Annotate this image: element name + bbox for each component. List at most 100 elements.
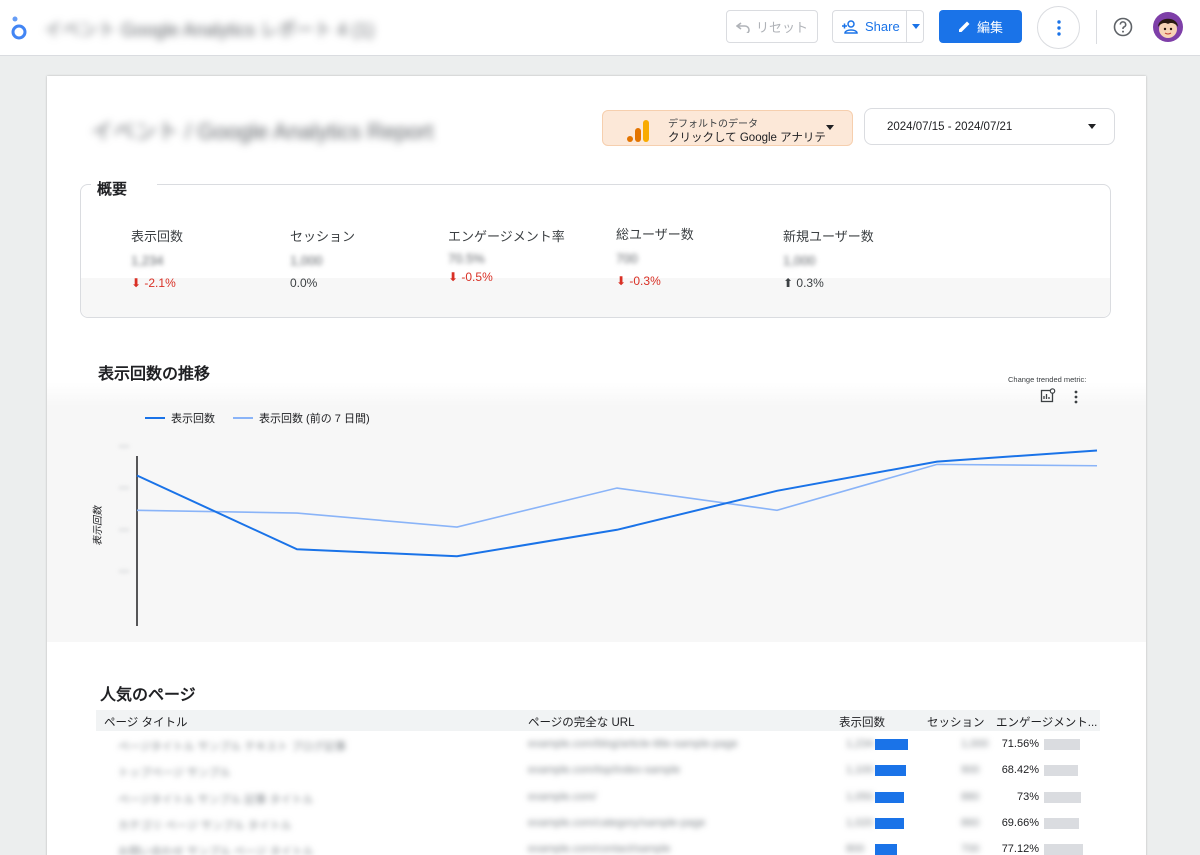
cell-page-title: お問い合わせ サンプル ページ タイトル <box>118 846 314 855</box>
column-header-page-url[interactable]: ページの完全な URL <box>528 714 634 730</box>
engagement-bar <box>1044 739 1080 750</box>
scorecard-value: 1,234 <box>131 253 164 268</box>
cell-views: 1,020 <box>846 817 874 829</box>
share-dropdown-button[interactable] <box>906 10 925 43</box>
cell-engagement: 69.66% <box>1001 817 1039 829</box>
column-header-engagement[interactable]: エンゲージメント... <box>996 714 1097 730</box>
table-row[interactable]: トップページ サンプル example.com/top/index-sample 1… <box>96 758 1100 784</box>
trend-line-chart[interactable]: ————表示回数7月15日7月16日7月17日7月18日7月19日7月20日7月… <box>87 406 1117 626</box>
legend-label: 表示回数 <box>171 411 215 425</box>
series-line-previous <box>136 463 1098 528</box>
scorecard-new-users[interactable]: 新規ユーザー数 1,000 ⬆ 0.3% <box>783 226 874 290</box>
cell-engagement: 77.12% <box>1001 843 1039 855</box>
scorecard-delta: 0.0% <box>290 276 318 290</box>
caret-down-icon <box>912 24 920 29</box>
y-tick-label: — <box>119 441 129 452</box>
cell-sessions: 900 <box>961 764 980 776</box>
engagement-bar <box>1044 765 1078 776</box>
reset-label: リセット <box>755 20 808 35</box>
scorecard-delta: ⬇ -0.5% <box>448 270 493 284</box>
table-row[interactable]: お問い合わせ サンプル ページ タイトル example.com/contact/… <box>96 837 1100 855</box>
column-header-page-title[interactable]: ページ タイトル <box>104 714 187 730</box>
overview-panel <box>80 184 1111 318</box>
scorecard-label: 総ユーザー数 <box>616 227 694 242</box>
cell-page-title: ページタイトル サンプル テキスト ブログ記事 <box>118 741 347 753</box>
cell-engagement: 71.56% <box>1001 738 1039 750</box>
cell-page-url: example.com/blog/article-title-sample-pa… <box>528 738 738 750</box>
chart-more-icon[interactable] <box>1072 389 1080 405</box>
data-source-label: デフォルトのデータ <box>668 119 758 130</box>
y-tick-label: — <box>119 483 129 494</box>
views-bar <box>875 792 904 803</box>
trend-band-fade <box>47 382 1146 406</box>
scorecard-value: 1,000 <box>290 253 323 268</box>
views-bar <box>875 818 904 829</box>
reset-button[interactable]: リセット <box>726 10 818 43</box>
toolbar-divider <box>1096 10 1097 44</box>
table-header: ページ タイトル ページの完全な URL 表示回数 セッション エンゲージメント… <box>96 710 1100 731</box>
legend-label: 表示回数 (前の 7 日間) <box>259 411 370 425</box>
cell-page-title: カテゴリ ページ サンプル タイトル <box>118 820 292 832</box>
help-icon[interactable] <box>1113 17 1133 37</box>
scorecard-label: エンゲージメント率 <box>448 229 565 244</box>
scorecard-label: 表示回数 <box>131 229 184 244</box>
more-options-button[interactable] <box>1037 6 1080 49</box>
column-header-views[interactable]: 表示回数 <box>839 714 885 730</box>
table-row[interactable]: カテゴリ ページ サンプル タイトル example.com/category/s… <box>96 811 1100 837</box>
trend-title: 表示回数の推移 <box>98 366 211 383</box>
pencil-icon <box>958 21 970 32</box>
user-avatar[interactable] <box>1153 12 1183 42</box>
google-analytics-icon <box>627 120 649 142</box>
scorecard-sessions[interactable]: セッション 1,000 0.0% <box>290 226 355 290</box>
cell-page-title: トップページ サンプル <box>118 767 231 779</box>
scorecard-delta: ⬇ -0.3% <box>616 274 661 288</box>
looker-studio-logo-icon[interactable] <box>10 14 28 40</box>
views-bar <box>875 765 906 776</box>
cell-page-url: example.com/ <box>528 791 597 803</box>
table-row[interactable]: ページタイトル サンプル 記事 タイトル example.com/1,050 880… <box>96 785 1100 811</box>
scorecard-engagement-rate[interactable]: エンゲージメント率 70.5% ⬇ -0.5% <box>448 226 565 284</box>
scorecard-total-users[interactable]: 総ユーザー数 700 ⬇ -0.3% <box>616 224 694 288</box>
cell-page-title: ページタイトル サンプル 記事 タイトル <box>118 794 314 806</box>
cell-engagement: 68.42% <box>1001 764 1039 776</box>
series-line-current <box>136 449 1098 558</box>
table-row[interactable]: ページタイトル サンプル テキスト ブログ記事 example.com/blog/… <box>96 732 1100 758</box>
cell-views: 800 <box>846 843 865 855</box>
views-bar <box>875 739 908 750</box>
column-header-sessions[interactable]: セッション <box>927 714 985 730</box>
cell-page-url: example.com/contact/sample <box>528 843 671 855</box>
change-trended-metric-label: Change trended metric: <box>1008 375 1087 384</box>
cell-page-url: example.com/category/sample-page <box>528 817 706 829</box>
date-range-picker[interactable]: 2024/07/15 - 2024/07/21 <box>864 108 1115 145</box>
report-title: イベント / Google Analytics Report <box>91 119 434 144</box>
cell-sessions: 880 <box>961 791 980 803</box>
chart-settings-icon[interactable] <box>1040 388 1056 404</box>
cell-engagement: 73% <box>1016 791 1039 803</box>
y-tick-label: — <box>119 524 129 535</box>
views-bar <box>875 844 897 855</box>
cell-views: 1,234 <box>846 738 874 750</box>
date-range-value: 2024/07/15 - 2024/07/21 <box>887 121 1013 133</box>
share-label: Share <box>865 19 900 34</box>
cell-sessions: 700 <box>961 843 980 855</box>
data-source-value: クリックして Google アナリテ <box>668 132 826 144</box>
cell-views: 1,050 <box>846 791 874 803</box>
scorecard-value: 1,000 <box>783 253 816 268</box>
scorecard-value: 70.5% <box>448 251 485 266</box>
scorecard-value: 700 <box>616 251 638 266</box>
more-vert-icon <box>1056 19 1061 36</box>
report-file-name[interactable]: イベント Google Analytics レポート 4 (1) <box>44 16 374 40</box>
y-tick-label: — <box>119 566 129 577</box>
cell-views: 1,100 <box>846 764 874 776</box>
edit-button[interactable]: 編集 <box>939 10 1022 43</box>
data-source-control[interactable]: デフォルトのデータ クリックして Google アナリテ <box>602 110 853 146</box>
edit-label: 編集 <box>976 20 1003 35</box>
caret-down-icon <box>1088 124 1096 129</box>
cell-sessions: 1,000 <box>961 738 989 750</box>
popular-pages-title: 人気のページ <box>100 687 196 704</box>
cell-page-url: example.com/top/index-sample <box>528 764 681 776</box>
scorecard-views[interactable]: 表示回数 1,234 ⬇ -2.1% <box>131 226 183 290</box>
scorecard-delta: ⬇ -2.1% <box>131 276 176 290</box>
scorecard-label: 新規ユーザー数 <box>783 229 874 244</box>
overview-comparison-band <box>81 278 1110 317</box>
